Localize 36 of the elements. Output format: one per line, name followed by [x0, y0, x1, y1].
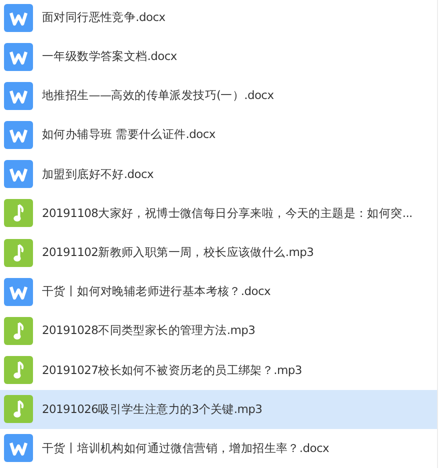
- file-row[interactable]: 面对同行恶性竞争.docx: [0, 0, 437, 38]
- file-row[interactable]: 20191026吸引学生注意力的3个关键.mp3: [0, 390, 437, 429]
- document-icon: [4, 42, 33, 71]
- file-row[interactable]: 20191028不同类型家长的管理方法.mp3: [0, 311, 437, 351]
- file-name: 地推招生——高效的传单派发技巧(一）.docx: [42, 87, 274, 104]
- document-icon: [4, 160, 33, 188]
- document-icon: [4, 434, 33, 462]
- file-name: 面对同行恶性竞争.docx: [42, 8, 166, 26]
- document-icon: [4, 82, 33, 110]
- file-row[interactable]: 20191027校长如何不被资历老的员工绑架？.mp3: [0, 350, 437, 390]
- file-name: 一年级数学答案文档.docx: [42, 48, 177, 66]
- music-note-icon: [4, 238, 33, 267]
- file-name: 干货丨如何对晚辅老师进行基本考核？.docx: [42, 283, 271, 300]
- file-row[interactable]: 20191108大家好，祝博士微信每日分享来啦，今天的主题是：如何突...: [0, 194, 437, 234]
- file-row[interactable]: 如何办辅导班 需要什么证件.docx: [0, 116, 437, 155]
- file-name: 干货丨培训机构如何通过微信营销，增加招生率？.docx: [42, 440, 330, 457]
- file-row[interactable]: 一年级数学答案文档.docx: [0, 37, 437, 76]
- file-name: 如何办辅导班 需要什么证件.docx: [42, 126, 216, 144]
- file-row[interactable]: 干货丨培训机构如何通过微信营销，增加招生率？.docx: [0, 428, 437, 468]
- file-name: 20191108大家好，祝博士微信每日分享来啦，今天的主题是：如何突...: [42, 204, 412, 222]
- document-icon: [4, 121, 33, 150]
- file-row[interactable]: 地推招生——高效的传单派发技巧(一）.docx: [0, 76, 437, 116]
- music-note-icon: [4, 316, 33, 345]
- file-row[interactable]: 干货丨如何对晚辅老师进行基本考核？.docx: [0, 272, 437, 312]
- file-row[interactable]: 加盟到底好不好.docx: [0, 154, 437, 194]
- file-name: 20191028不同类型家长的管理方法.mp3: [42, 322, 256, 340]
- file-name: 20191026吸引学生注意力的3个关键.mp3: [42, 400, 262, 418]
- document-icon: [4, 278, 33, 306]
- file-name: 加盟到底好不好.docx: [42, 166, 154, 183]
- music-note-icon: [4, 356, 33, 384]
- music-note-icon: [4, 395, 33, 424]
- file-name: 20191027校长如何不被资历老的员工绑架？.mp3: [42, 362, 302, 378]
- music-note-icon: [4, 199, 33, 228]
- file-name: 20191102新教师入职第一周，校长应该做什么.mp3: [42, 244, 314, 261]
- document-icon: [4, 4, 33, 32]
- file-row[interactable]: 20191102新教师入职第一周，校长应该做什么.mp3: [0, 233, 437, 272]
